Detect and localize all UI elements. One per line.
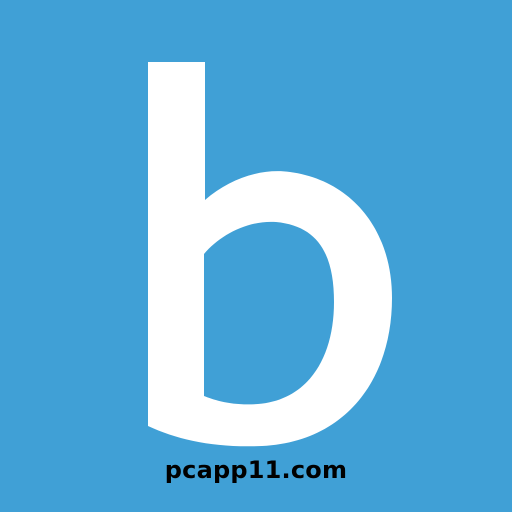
watermark-text: pcapp11.com (164, 456, 348, 484)
letter-b-logo-icon (148, 62, 392, 447)
app-icon-tile (0, 0, 512, 512)
letter-b-shape (148, 62, 392, 447)
